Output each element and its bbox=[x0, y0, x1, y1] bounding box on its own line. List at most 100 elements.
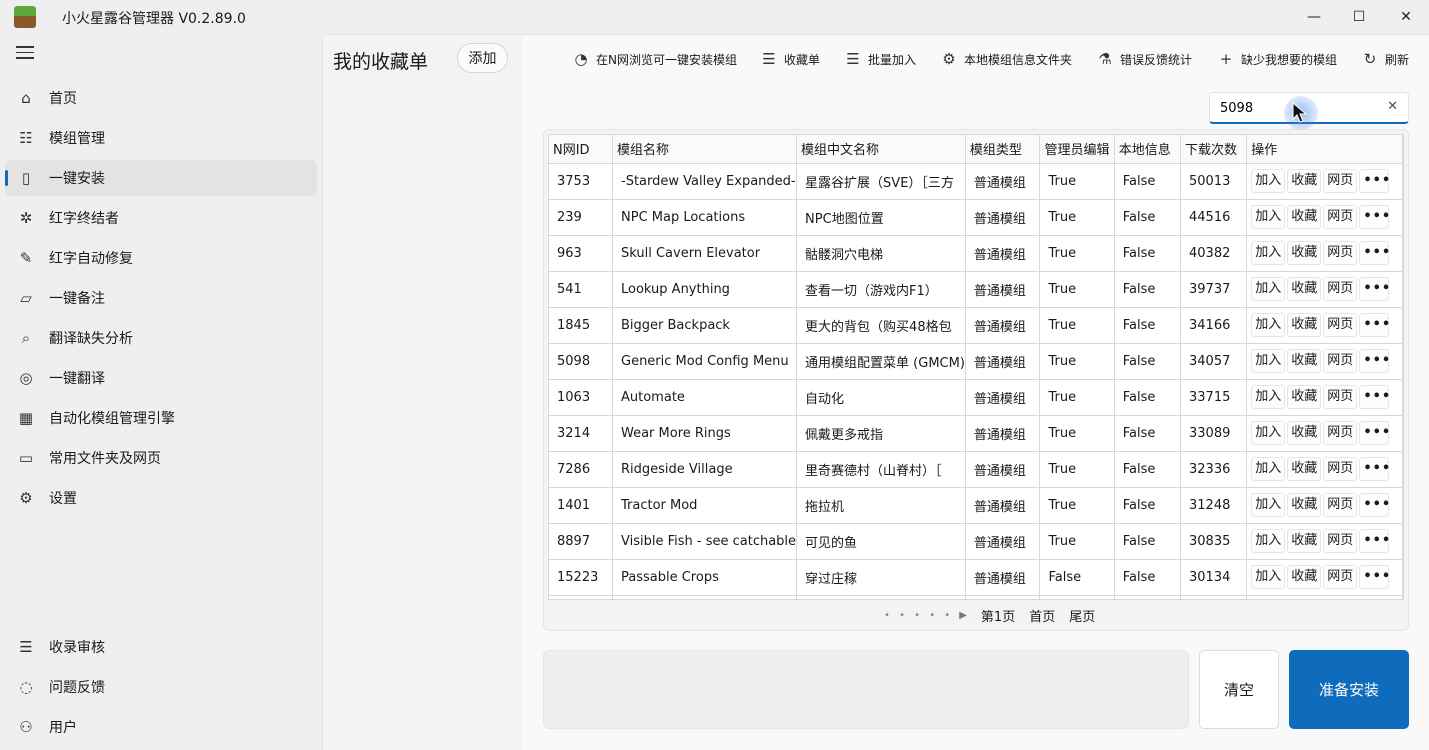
add-to-list-button[interactable]: 加入 bbox=[1251, 205, 1286, 229]
first-page-link[interactable]: 首页 bbox=[1029, 606, 1055, 625]
more-options-icon[interactable]: ••• bbox=[1359, 385, 1390, 409]
table-row[interactable]: 3753 -Stardew Valley Expanded- 星露谷扩展（SVE）［… bbox=[549, 163, 1403, 200]
add-to-list-button[interactable]: 加入 bbox=[1251, 277, 1286, 301]
webpage-button[interactable]: 网页 bbox=[1323, 313, 1358, 337]
sidebar-item-11[interactable]: ⚙ 设置 bbox=[5, 480, 317, 516]
sidebar-item-7[interactable]: ⌕ 翻译缺失分析 bbox=[5, 320, 317, 356]
add-to-list-button[interactable]: 加入 bbox=[1251, 169, 1286, 193]
table-row[interactable]: 7286 Ridgeside Village 里奇赛德村（山脊村）［ 普通模组 True… bbox=[549, 451, 1403, 488]
column-header[interactable]: 模组类型 bbox=[965, 135, 1041, 164]
more-options-icon[interactable]: ••• bbox=[1359, 349, 1390, 373]
add-to-list-button[interactable]: 加入 bbox=[1251, 385, 1286, 409]
table-row[interactable]: 5098 Generic Mod Config Menu 通用模组配置菜单 (GMC… bbox=[549, 343, 1403, 380]
toolbar-button-3[interactable]: ☰ 批量加入 bbox=[845, 47, 916, 71]
favorite-button[interactable]: 收藏 bbox=[1287, 277, 1322, 301]
webpage-button[interactable]: 网页 bbox=[1323, 421, 1358, 445]
prepare-install-button[interactable]: 准备安装 bbox=[1289, 650, 1409, 729]
maximize-button[interactable]: ☐ bbox=[1336, 0, 1382, 34]
install-log-box[interactable] bbox=[543, 650, 1189, 729]
page-dots[interactable]: • • • • • bbox=[884, 610, 953, 621]
webpage-button[interactable]: 网页 bbox=[1323, 493, 1358, 517]
close-button[interactable]: ✕ bbox=[1383, 0, 1429, 34]
favorite-button[interactable]: 收藏 bbox=[1287, 205, 1322, 229]
table-row[interactable]: 3214 Wear More Rings 佩戴更多戒指 普通模组 True False 33… bbox=[549, 415, 1403, 452]
sidebar-item-3[interactable]: ▯ 一键安装 bbox=[5, 160, 317, 196]
more-options-icon[interactable]: ••• bbox=[1359, 205, 1390, 229]
table-row[interactable]: 1845 Bigger Backpack 更大的背包（购买48格包 普通模组 True F… bbox=[549, 307, 1403, 344]
sidebar-bottom-item-1[interactable]: ☰ 收录审核 bbox=[5, 629, 317, 665]
more-options-icon[interactable]: ••• bbox=[1359, 457, 1390, 481]
column-header[interactable]: 模组中文名称 bbox=[796, 135, 966, 164]
webpage-button[interactable]: 网页 bbox=[1323, 349, 1358, 373]
toolbar-button-4[interactable]: ⚙ 本地模组信息文件夹 bbox=[941, 47, 1072, 71]
webpage-button[interactable]: 网页 bbox=[1323, 205, 1358, 229]
toolbar-button-5[interactable]: ⚗ 错误反馈统计 bbox=[1097, 47, 1192, 71]
webpage-button[interactable]: 网页 bbox=[1323, 529, 1358, 553]
sidebar-item-5[interactable]: ✎ 红字自动修复 bbox=[5, 240, 317, 276]
table-row[interactable] bbox=[549, 595, 1403, 599]
more-options-icon[interactable]: ••• bbox=[1359, 565, 1390, 589]
sidebar-item-1[interactable]: ⌂ 首页 bbox=[5, 80, 317, 116]
column-header[interactable]: N网ID bbox=[549, 135, 613, 164]
favorite-button[interactable]: 收藏 bbox=[1287, 349, 1322, 373]
table-row[interactable]: 1063 Automate 自动化 普通模组 True False 33715 加入 收藏 网页 •… bbox=[549, 379, 1403, 416]
favorite-button[interactable]: 收藏 bbox=[1287, 529, 1322, 553]
more-options-icon[interactable]: ••• bbox=[1359, 313, 1390, 337]
column-header[interactable]: 本地信息 bbox=[1114, 135, 1182, 164]
column-header[interactable]: 下载次数 bbox=[1180, 135, 1248, 164]
table-row[interactable]: 239 NPC Map Locations NPC地图位置 普通模组 True False… bbox=[549, 199, 1403, 236]
favorite-button[interactable]: 收藏 bbox=[1287, 313, 1322, 337]
last-page-link[interactable]: 尾页 bbox=[1069, 606, 1095, 625]
add-to-list-button[interactable]: 加入 bbox=[1251, 241, 1286, 265]
clear-search-icon[interactable]: ✕ bbox=[1387, 99, 1398, 114]
add-to-list-button[interactable]: 加入 bbox=[1251, 529, 1286, 553]
webpage-button[interactable]: 网页 bbox=[1323, 241, 1358, 265]
more-options-icon[interactable]: ••• bbox=[1359, 529, 1390, 553]
table-row[interactable]: 963 Skull Cavern Elevator 骷髅洞穴电梯 普通模组 True Fa… bbox=[549, 235, 1403, 272]
webpage-button[interactable]: 网页 bbox=[1323, 565, 1358, 589]
minimize-button[interactable]: — bbox=[1291, 0, 1337, 34]
table-row[interactable]: 15223 Passable Crops 穿过庄稼 普通模组 False False 301… bbox=[549, 559, 1403, 596]
more-options-icon[interactable]: ••• bbox=[1359, 277, 1390, 301]
sidebar-item-4[interactable]: ✲ 红字终结者 bbox=[5, 200, 317, 236]
add-to-list-button[interactable]: 加入 bbox=[1251, 565, 1286, 589]
mod-table[interactable]: N网ID 模组名称 模组中文名称 模组类型 管理员编辑 本地信息 下载次数 操作 3753 -S… bbox=[548, 134, 1404, 600]
toolbar-button-2[interactable]: ☰ 收藏单 bbox=[761, 47, 820, 71]
favorite-button[interactable]: 收藏 bbox=[1287, 565, 1322, 589]
more-options-icon[interactable]: ••• bbox=[1359, 493, 1390, 517]
favorite-button[interactable]: 收藏 bbox=[1287, 385, 1322, 409]
add-favorite-button[interactable]: 添加 bbox=[457, 43, 508, 73]
sidebar-item-6[interactable]: ▱ 一键备注 bbox=[5, 280, 317, 316]
toolbar-button-6[interactable]: + 缺少我想要的模组 bbox=[1218, 47, 1337, 71]
webpage-button[interactable]: 网页 bbox=[1323, 169, 1358, 193]
webpage-button[interactable]: 网页 bbox=[1323, 457, 1358, 481]
webpage-button[interactable]: 网页 bbox=[1323, 277, 1358, 301]
add-to-list-button[interactable]: 加入 bbox=[1251, 349, 1286, 373]
favorite-button[interactable]: 收藏 bbox=[1287, 457, 1322, 481]
clear-button[interactable]: 清空 bbox=[1199, 650, 1279, 729]
add-to-list-button[interactable]: 加入 bbox=[1251, 457, 1286, 481]
add-to-list-button[interactable]: 加入 bbox=[1251, 493, 1286, 517]
more-options-icon[interactable]: ••• bbox=[1359, 421, 1390, 445]
hamburger-menu-icon[interactable] bbox=[16, 46, 34, 60]
webpage-button[interactable]: 网页 bbox=[1323, 385, 1358, 409]
sidebar-item-9[interactable]: ▦ 自动化模组管理引擎 bbox=[5, 400, 317, 436]
sidebar-item-10[interactable]: ▭ 常用文件夹及网页 bbox=[5, 440, 317, 476]
next-page-icon[interactable]: ▶ bbox=[959, 610, 967, 621]
more-options-icon[interactable]: ••• bbox=[1359, 241, 1390, 265]
favorite-button[interactable]: 收藏 bbox=[1287, 241, 1322, 265]
favorite-button[interactable]: 收藏 bbox=[1287, 421, 1322, 445]
table-row[interactable]: 541 Lookup Anything 查看一切（游戏内F1） 普通模组 True Fal… bbox=[549, 271, 1403, 308]
table-row[interactable]: 8897 Visible Fish - see catchable 可见的鱼 普通模组… bbox=[549, 523, 1403, 560]
toolbar-button-7[interactable]: ↻ 刷新 bbox=[1362, 47, 1409, 71]
favorite-button[interactable]: 收藏 bbox=[1287, 493, 1322, 517]
toolbar-button-1[interactable]: ◔ 在N网浏览可一键安装模组 bbox=[573, 47, 737, 71]
sidebar-item-2[interactable]: ☷ 模组管理 bbox=[5, 120, 317, 156]
sidebar-item-8[interactable]: ◎ 一键翻译 bbox=[5, 360, 317, 396]
add-to-list-button[interactable]: 加入 bbox=[1251, 421, 1286, 445]
favorite-button[interactable]: 收藏 bbox=[1287, 169, 1322, 193]
column-header[interactable]: 模组名称 bbox=[612, 135, 798, 164]
add-to-list-button[interactable]: 加入 bbox=[1251, 313, 1286, 337]
sidebar-bottom-item-3[interactable]: ⚇ 用户 bbox=[5, 709, 317, 745]
column-header[interactable]: 操作 bbox=[1246, 135, 1403, 164]
